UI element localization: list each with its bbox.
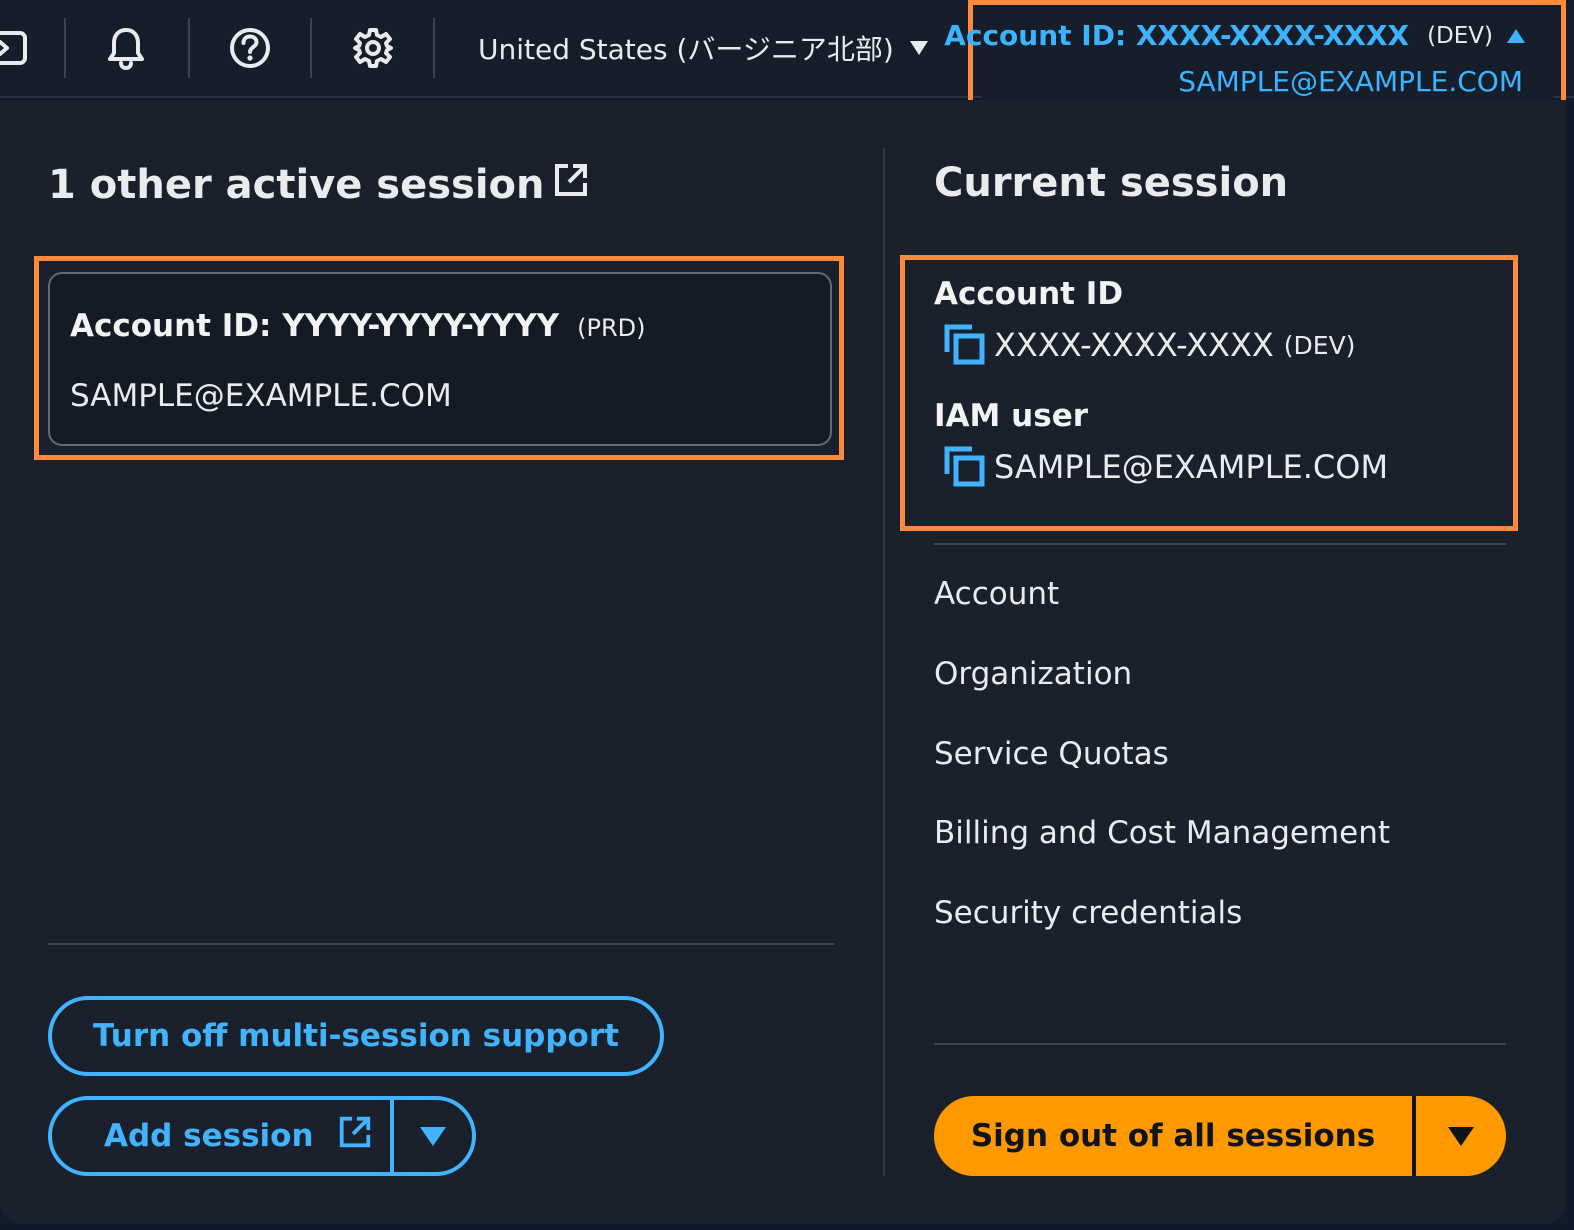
- right-divider: [934, 543, 1506, 545]
- iam-user-row: SAMPLE@EXAMPLE.COM: [942, 444, 1388, 490]
- nav-separator: [64, 18, 66, 78]
- caret-down-icon: [420, 1126, 446, 1146]
- current-session-title: Current session: [934, 160, 1289, 206]
- copy-icon[interactable]: [942, 322, 988, 368]
- turn-off-multi-session-label: Turn off multi-session support: [93, 1018, 619, 1054]
- account-id-value: XXXX-XXXX-XXXX: [994, 326, 1274, 364]
- add-session-label: Add session: [104, 1118, 314, 1154]
- account-env-badge: (DEV): [1283, 330, 1356, 360]
- account-menu-button[interactable]: Account ID: XXXX-XXXX-XXXX (DEV) SAMPLE@…: [944, 0, 1566, 112]
- account-id-label: Account ID: [934, 276, 1124, 312]
- session-card[interactable]: Account ID: YYYY-YYYY-YYYY (PRD) SAMPLE@…: [48, 272, 832, 446]
- account-menu-id-row: Account ID: XXXX-XXXX-XXXX (DEV): [944, 19, 1525, 52]
- menu-link-billing[interactable]: Billing and Cost Management: [934, 815, 1390, 851]
- column-divider: [883, 148, 885, 1176]
- nav-separator: [188, 18, 190, 78]
- add-session-button[interactable]: Add session: [52, 1100, 392, 1172]
- external-link-icon[interactable]: [551, 160, 591, 210]
- session-env-badge: (PRD): [577, 314, 646, 342]
- account-menu-email: SAMPLE@EXAMPLE.COM: [1178, 65, 1523, 98]
- session-card-id-row: Account ID: YYYY-YYYY-YYYY (PRD): [70, 308, 646, 344]
- iam-user-label: IAM user: [934, 398, 1089, 434]
- session-email: SAMPLE@EXAMPLE.COM: [70, 378, 452, 414]
- account-menu-env-badge: (DEV): [1427, 22, 1493, 49]
- turn-off-multi-session-button[interactable]: Turn off multi-session support: [48, 996, 664, 1076]
- caret-down-icon: [909, 41, 928, 55]
- region-selector[interactable]: United States (バージニア北部): [478, 28, 928, 68]
- right-divider: [934, 1043, 1506, 1045]
- account-id-row: XXXX-XXXX-XXXX (DEV): [942, 322, 1355, 368]
- region-label: United States (バージニア北部): [478, 33, 894, 66]
- caret-down-icon: [1448, 1126, 1474, 1146]
- iam-user-value: SAMPLE@EXAMPLE.COM: [994, 448, 1389, 486]
- add-session-split-button: Add session: [48, 1096, 476, 1176]
- external-link-icon: [336, 1113, 374, 1159]
- other-sessions-title: 1 other active session: [48, 160, 591, 210]
- cloudshell-icon[interactable]: [0, 20, 38, 76]
- menu-link-service-quotas[interactable]: Service Quotas: [934, 736, 1169, 772]
- sign-out-split-button: Sign out of all sessions: [934, 1096, 1506, 1176]
- menu-link-security-credentials[interactable]: Security credentials: [934, 895, 1242, 931]
- copy-icon[interactable]: [942, 444, 988, 490]
- other-sessions-title-text: 1 other active session: [48, 162, 545, 208]
- nav-separator: [310, 18, 312, 78]
- sign-out-dropdown-button[interactable]: [1416, 1096, 1506, 1176]
- account-menu-id: Account ID: XXXX-XXXX-XXXX: [944, 19, 1410, 52]
- left-divider: [48, 943, 834, 945]
- bell-icon[interactable]: [98, 20, 154, 76]
- add-session-dropdown-button[interactable]: [394, 1100, 472, 1172]
- session-account-id: Account ID: YYYY-YYYY-YYYY: [70, 308, 560, 344]
- gear-icon[interactable]: [345, 20, 401, 76]
- sign-out-all-button[interactable]: Sign out of all sessions: [934, 1096, 1412, 1176]
- menu-link-account[interactable]: Account: [934, 576, 1059, 612]
- nav-separator: [433, 18, 435, 78]
- account-dropdown-panel: 1 other active session Account ID: YYYY-…: [0, 100, 1566, 1224]
- sign-out-all-label: Sign out of all sessions: [970, 1118, 1376, 1154]
- account-menu-inner: Account ID: XXXX-XXXX-XXXX (DEV) SAMPLE@…: [944, 5, 1553, 103]
- caret-up-icon: [1507, 28, 1525, 43]
- help-icon[interactable]: [222, 20, 278, 76]
- menu-link-organization[interactable]: Organization: [934, 656, 1132, 692]
